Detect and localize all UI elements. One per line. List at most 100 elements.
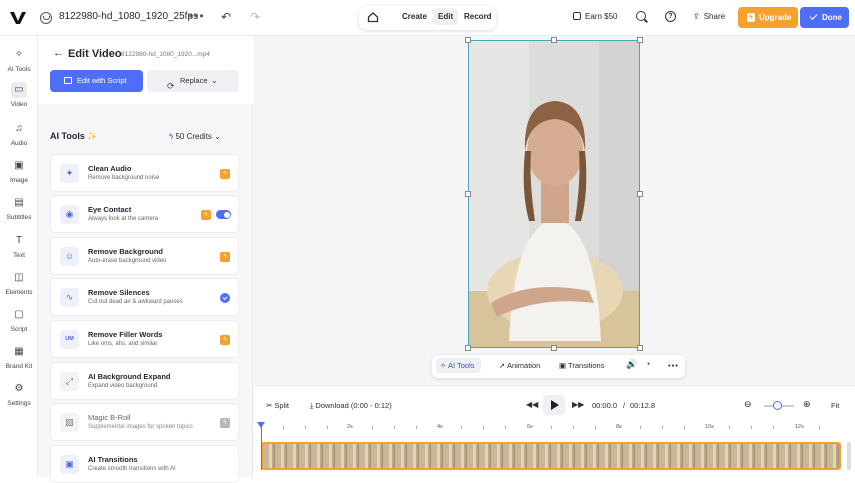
redo-icon[interactable]: ↷ xyxy=(250,10,260,24)
zoom-slider-handle[interactable] xyxy=(773,401,782,410)
tool-description: Expand video background xyxy=(88,383,158,389)
tool-card-magic-b-roll[interactable]: ▧ Magic B-Roll Supplemental images for s… xyxy=(50,403,239,441)
sidebar-item-label: Brand Kit xyxy=(5,363,33,370)
home-icon[interactable] xyxy=(367,11,379,23)
transitions-icon: ▣ xyxy=(559,361,567,370)
resize-handle[interactable] xyxy=(637,37,643,43)
fit-button[interactable]: Fit xyxy=(831,401,839,410)
tool-card-clean-audio[interactable]: ✦ Clean Audio Remove background noise ϟ xyxy=(50,154,239,192)
done-button[interactable]: Done xyxy=(800,7,849,28)
resize-handle[interactable] xyxy=(465,345,471,351)
ruler-label: 12s xyxy=(795,424,804,430)
video-clip-track[interactable] xyxy=(261,442,841,470)
ai-tools-heading: AI Tools ✨ xyxy=(50,131,97,141)
sidebar-item-image[interactable]: ▣ Image xyxy=(0,158,38,184)
sidebar-item-settings[interactable]: ⚙ Settings xyxy=(0,381,38,407)
download-label: Download xyxy=(315,401,349,410)
video-preview[interactable] xyxy=(468,40,640,348)
timeline-scrollbar[interactable] xyxy=(847,442,851,470)
tool-description: Remove background noise xyxy=(88,175,160,181)
tool-description: Always look at the camera xyxy=(88,216,159,222)
zoom-out-icon[interactable]: ⊖ xyxy=(744,399,752,410)
more-options-icon[interactable]: ••• xyxy=(668,361,679,370)
replace-button[interactable]: ⟳ Replace ⌄ xyxy=(147,70,239,92)
play-button[interactable] xyxy=(543,395,565,415)
sidebar-item-label: Video xyxy=(10,101,28,108)
resize-handle[interactable] xyxy=(551,345,557,351)
canvas-ai-tools-label: AI Tools xyxy=(447,361,475,370)
tool-title: Magic B-Roll xyxy=(88,413,131,422)
resize-handle[interactable] xyxy=(465,37,471,43)
sidebar-item-ai-tools[interactable]: ✧ AI Tools xyxy=(0,47,38,73)
tool-card-ai-transitions[interactable]: ▣ AI Transitions Create smooth transitio… xyxy=(50,445,239,483)
tab-create[interactable]: Create xyxy=(402,12,427,21)
resize-handle[interactable] xyxy=(465,191,471,197)
tool-title: AI Transitions xyxy=(88,455,138,464)
animation-button[interactable]: ➚ Animation xyxy=(499,361,540,370)
pro-bolt-icon: ϟ xyxy=(220,335,230,345)
transitions-icon: ▣ xyxy=(60,455,79,474)
waveform-icon: ∿ xyxy=(60,288,79,307)
clean-audio-icon: ✦ xyxy=(60,164,79,183)
sidebar-item-audio[interactable]: ♫ Audio xyxy=(0,121,38,147)
transitions-button[interactable]: ▣ Transitions xyxy=(559,361,604,370)
time-ruler[interactable]: 2s 4s 6s 8s 10s 12s xyxy=(254,423,855,435)
sidebar-item-subtitles[interactable]: ▤ Subtitles xyxy=(0,195,38,221)
sparkle-icon: ✧ xyxy=(14,49,24,60)
download-range: (0:00 - 0:12) xyxy=(350,401,392,410)
app-logo[interactable] xyxy=(9,10,27,26)
ruler-label: 8s xyxy=(616,424,622,430)
eye-contact-toggle[interactable] xyxy=(216,210,231,219)
sidebar-item-brand-kit[interactable]: ▦ Brand Kit xyxy=(0,344,38,370)
tool-description: Like ums, ahs, and similar xyxy=(88,341,158,347)
skip-forward-icon[interactable]: ▶▶ xyxy=(572,400,584,409)
ruler-tick xyxy=(372,426,373,429)
volume-icon[interactable]: 🔊 xyxy=(626,359,637,370)
split-button[interactable]: ✂ Split xyxy=(266,401,289,410)
playhead[interactable] xyxy=(257,422,265,470)
credits-dropdown[interactable]: ϟ 50 Credits ⌄ xyxy=(169,132,221,141)
script-icon: ▢ xyxy=(14,309,24,320)
ai-tools-heading-label: AI Tools xyxy=(50,131,85,141)
tab-record[interactable]: Record xyxy=(464,12,492,21)
replace-icon: ⟳ xyxy=(167,81,175,91)
download-button[interactable]: ⤓ Download (0:00 - 0:12) xyxy=(310,401,392,411)
script-icon xyxy=(64,77,72,84)
sidebar-item-script[interactable]: ▢ Script xyxy=(0,307,38,333)
tool-card-remove-silences[interactable]: ∿ Remove Silences Cut out dead air & awk… xyxy=(50,278,239,316)
shapes-icon: ◫ xyxy=(14,272,24,283)
resize-handle[interactable] xyxy=(551,37,557,43)
ruler-label: 2s xyxy=(347,424,353,430)
undo-icon[interactable]: ↶ xyxy=(221,10,231,24)
upgrade-button[interactable]: ϟ Upgrade xyxy=(738,7,798,28)
broll-icon: ▧ xyxy=(60,413,79,432)
project-name[interactable]: 8122980-hd_1080_1920_25fps xyxy=(59,11,198,22)
tool-card-remove-filler-words[interactable]: UM Remove Filler Words Like ums, ahs, an… xyxy=(50,320,239,358)
share-button[interactable]: ⇪ Share xyxy=(693,12,725,21)
sidebar-item-text[interactable]: T Text xyxy=(0,233,38,259)
edit-with-script-button[interactable]: Edit with Script xyxy=(50,70,143,92)
resize-handle[interactable] xyxy=(637,191,643,197)
file-name: 8122980-hd_1080_1920...mp4 xyxy=(121,51,210,58)
tool-card-eye-contact[interactable]: ◉ Eye Contact Always look at the camera … xyxy=(50,195,239,233)
back-arrow-icon[interactable]: ← xyxy=(53,47,64,59)
help-icon[interactable]: ? xyxy=(665,11,676,22)
tool-card-remove-background[interactable]: ☺ Remove Background Auto-erase backgroun… xyxy=(50,237,239,275)
zoom-in-icon[interactable]: ⊕ xyxy=(803,399,811,410)
search-icon[interactable] xyxy=(636,11,646,21)
panel-header: ← Edit Video 8122980-hd_1080_1920...mp4 … xyxy=(38,36,253,104)
tool-card-ai-background-expand[interactable]: ⤢ AI Background Expand Expand video back… xyxy=(50,362,239,400)
speed-icon[interactable]: ◔ xyxy=(645,359,650,369)
more-options-icon[interactable]: ••• xyxy=(189,9,205,23)
music-note-icon: ♫ xyxy=(15,123,23,134)
download-icon: ⤓ xyxy=(310,401,314,410)
tab-edit[interactable]: Edit xyxy=(433,8,459,25)
earn-button[interactable]: Earn $50 xyxy=(573,12,617,21)
sidebar-item-video[interactable]: ▭ Video xyxy=(0,82,38,108)
canvas-ai-tools-button[interactable]: ✧ AI Tools xyxy=(436,358,481,373)
resize-handle[interactable] xyxy=(637,345,643,351)
video-icon: ▭ xyxy=(11,82,27,98)
sidebar-item-elements[interactable]: ◫ Elements xyxy=(0,270,38,296)
skip-back-icon[interactable]: ◀◀ xyxy=(526,400,538,409)
replace-label: Replace xyxy=(180,76,208,85)
